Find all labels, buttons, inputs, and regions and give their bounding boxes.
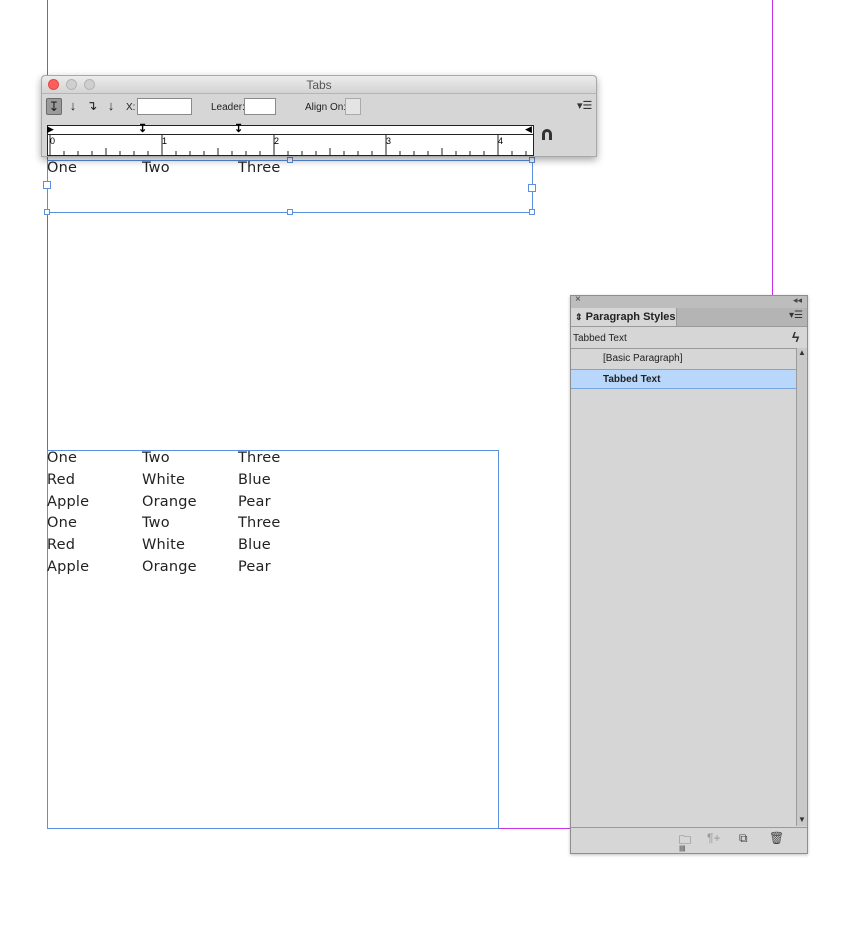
table-cell: Orange [142,559,197,575]
table-cell: Two [142,515,170,532]
tabs-ruler[interactable]: 0 1 2 3 4 [47,134,534,156]
frame-handle[interactable] [287,209,293,215]
panel-footer: 🗀 ¶+ ⧉ 🗑 |||||||||| [571,827,807,855]
align-on-label: Align On: [305,102,347,113]
table-cell: Red [47,537,76,554]
create-new-style-icon[interactable]: ⧉ [739,831,748,846]
delete-style-icon[interactable]: 🗑 [769,831,784,845]
tab-paragraph-styles[interactable]: ⇕ Paragraph Styles [571,308,677,326]
top-text-frame[interactable] [47,160,533,213]
style-list-item[interactable]: [Basic Paragraph] [571,349,796,369]
table-cell: Pear [238,493,271,510]
style-list-item[interactable]: Tabbed Text [571,369,796,389]
panel-tab-row: ⇕ Paragraph Styles ▾☰ [571,308,807,327]
leader-label: Leader: [211,102,245,113]
frame-handle[interactable] [529,157,535,163]
paragraph-styles-list[interactable]: [Basic Paragraph] Tabbed Text [571,348,796,827]
left-justified-tab-button[interactable]: ↧ [46,98,62,115]
table-cell: Apple [47,559,90,575]
frame-handle[interactable] [529,209,535,215]
ruler-number: 1 [162,136,168,146]
table-cell: Blue [238,471,271,488]
ruler-number: 0 [50,136,56,146]
table-cell: One [47,450,78,466]
position-panel-above-frame-magnet-icon[interactable] [540,128,554,142]
decimal-tab-icon: ↓ [107,98,115,113]
ruler-ticks [49,135,527,155]
tabs-panel-title: Tabs [306,78,332,92]
table-cell: Pear [238,559,271,575]
frame-out-port[interactable] [528,184,536,192]
table-cell: White [142,537,186,554]
table-cell: Orange [142,493,197,510]
top-row-col3: Three [238,160,281,176]
decimal-tab-button[interactable]: ↓ [103,98,119,115]
tabs-titlebar[interactable]: Tabs [42,76,596,94]
collapse-panel-icon[interactable]: ◂◂ [793,295,802,306]
top-row-col2: Two [142,160,170,176]
ruler-number: 2 [274,136,280,146]
x-position-input[interactable] [137,98,192,115]
table-cell: Three [238,450,281,466]
top-row-col1: One [47,160,78,176]
tabs-panel[interactable]: Tabs ↧ ↓ ↴ ↓ X: Leader: Align On: ▾☰ ▶ ↧… [41,75,597,157]
tab-toggle-icon: ⇕ [575,312,583,322]
leader-input[interactable] [244,98,276,115]
center-justified-tab-button[interactable]: ↓ [65,98,81,115]
align-on-input[interactable] [345,98,361,115]
table-cell: Blue [238,537,271,554]
bottom-text-frame[interactable] [47,450,499,829]
frame-handle[interactable] [44,209,50,215]
table-cell: White [142,471,186,488]
center-tab-icon: ↓ [69,98,77,113]
table-cell: Three [238,515,281,532]
current-style-label: Tabbed Text [573,333,627,344]
table-cell: Red [47,471,76,488]
ruler-number: 3 [386,136,392,146]
scroll-down-icon[interactable]: ▼ [798,815,806,824]
table-cell: Two [142,450,170,466]
create-style-from-selection-icon[interactable]: ϟ [792,329,799,345]
panel-resize-grip-icon[interactable]: |||||||||| [679,846,686,852]
ruler-number: 4 [498,136,504,146]
panel-menu-icon[interactable]: ▾☰ [577,99,592,112]
right-tab-icon: ↴ [86,98,98,113]
paragraph-styles-panel[interactable]: × ◂◂ ⇕ Paragraph Styles ▾☰ Tabbed Text ϟ… [570,294,808,855]
panel-menu-icon[interactable]: ▾☰ [789,310,803,321]
styles-scrollbar[interactable]: ▲ ▼ [796,348,807,826]
close-panel-icon[interactable]: × [575,294,581,305]
page-margin-right-guide [772,0,773,296]
scroll-up-icon[interactable]: ▲ [798,348,806,357]
clear-overrides-icon[interactable]: ¶+ [707,831,720,845]
left-tab-icon: ↧ [48,99,60,114]
frame-handle[interactable] [287,157,293,163]
tab-stop-strip[interactable]: ▶ ↧ ↧ ◀ [47,123,534,135]
table-cell: One [47,515,78,532]
frame-in-port[interactable] [43,181,51,189]
x-label: X: [126,102,136,113]
table-cell: Apple [47,493,90,510]
right-justified-tab-button[interactable]: ↴ [84,98,100,115]
